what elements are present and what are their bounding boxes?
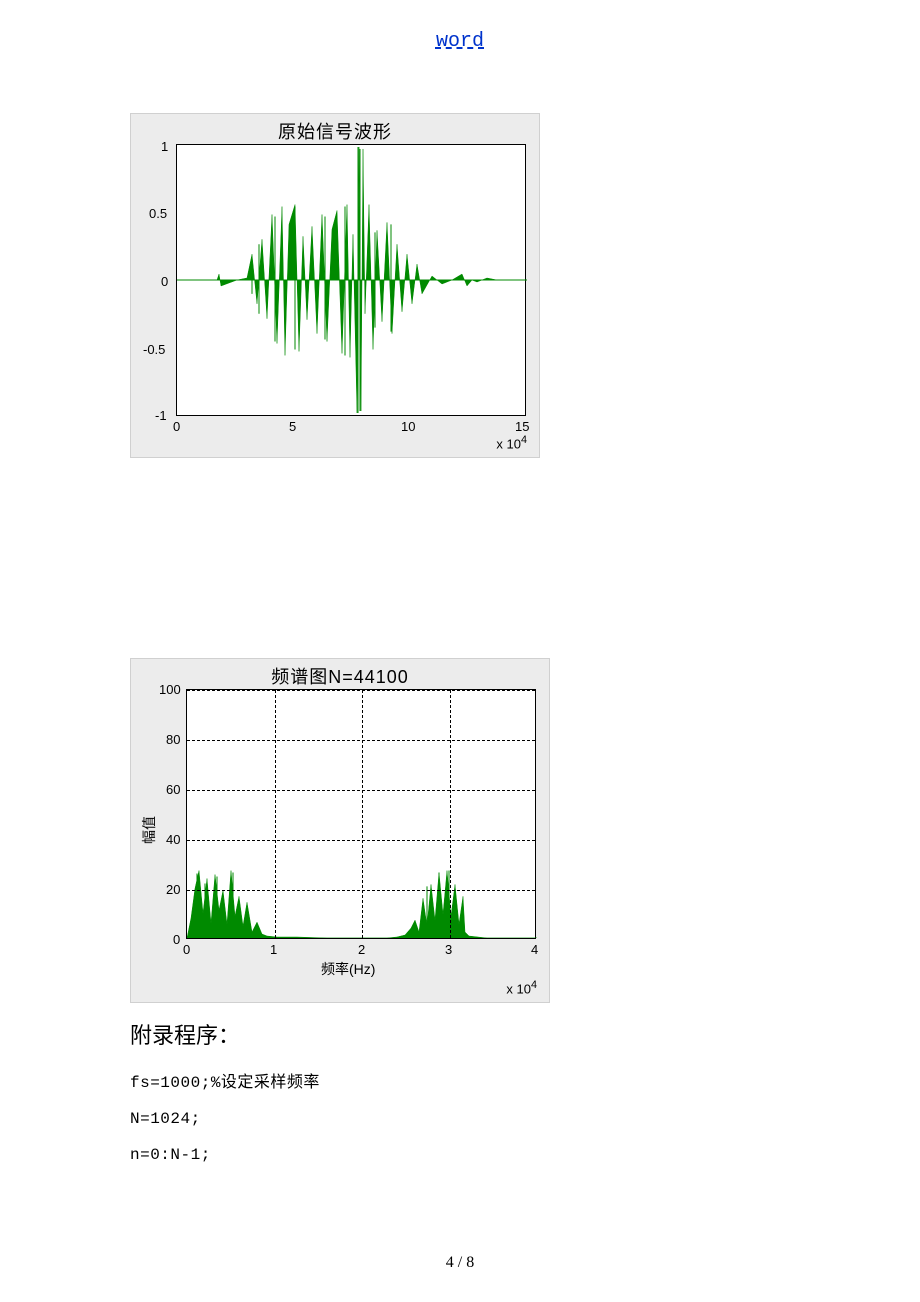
x-tick: 2: [358, 942, 365, 957]
x-tick: 3: [445, 942, 452, 957]
grid-line: [187, 840, 535, 841]
y-tick: -0.5: [143, 342, 165, 357]
x-tick: 1: [270, 942, 277, 957]
plot-area-2: [186, 689, 536, 939]
y-tick: 1: [161, 139, 168, 154]
chart-title-1: 原始信号波形: [131, 114, 539, 144]
waveform-svg: [177, 145, 527, 415]
x-tick: 0: [183, 942, 190, 957]
y-tick: 0.5: [149, 206, 167, 221]
y-tick: 100: [159, 682, 181, 697]
x-tick: 15: [515, 419, 529, 434]
x-exponent: x 104: [506, 979, 537, 996]
x-axis-label: 频率(Hz): [321, 959, 375, 979]
y-axis-label: 幅值: [139, 816, 159, 844]
grid-line: [275, 690, 276, 938]
y-tick: 20: [166, 882, 180, 897]
grid-line: [187, 790, 535, 791]
figure-spectrum: 频谱图N=44100 幅值 100 80 60 40 20 0: [130, 658, 550, 1003]
header-link[interactable]: word: [130, 30, 790, 53]
grid-line: [187, 740, 535, 741]
x-exponent: x 104: [496, 434, 527, 451]
code-line: n=0:N-1;: [130, 1146, 790, 1164]
x-tick: 5: [289, 419, 296, 434]
grid-line: [450, 690, 451, 938]
y-tick: 60: [166, 782, 180, 797]
x-tick: 10: [401, 419, 415, 434]
plot-area-1: [176, 144, 526, 416]
y-tick: 80: [166, 732, 180, 747]
figure-waveform: 原始信号波形 1 0.5 0 -0.5 -1: [130, 113, 540, 458]
y-tick: 0: [173, 932, 180, 947]
page-number: 4 / 8: [0, 1254, 920, 1272]
section-title: 附录程序：: [130, 1018, 790, 1050]
x-tick: 0: [173, 419, 180, 434]
document-page: word 原始信号波形 1 0.5 0 -0.5 -1: [0, 0, 920, 1302]
x-tick: 4: [531, 942, 538, 957]
grid-line: [362, 690, 363, 938]
y-tick: 40: [166, 832, 180, 847]
y-tick: -1: [155, 408, 167, 423]
code-line: N=1024;: [130, 1110, 790, 1128]
y-tick: 0: [161, 274, 168, 289]
grid-line: [187, 890, 535, 891]
chart-title-2: 频谱图N=44100: [131, 659, 549, 689]
code-line: fs=1000;%设定采样频率: [130, 1068, 790, 1092]
grid-line: [187, 690, 535, 691]
